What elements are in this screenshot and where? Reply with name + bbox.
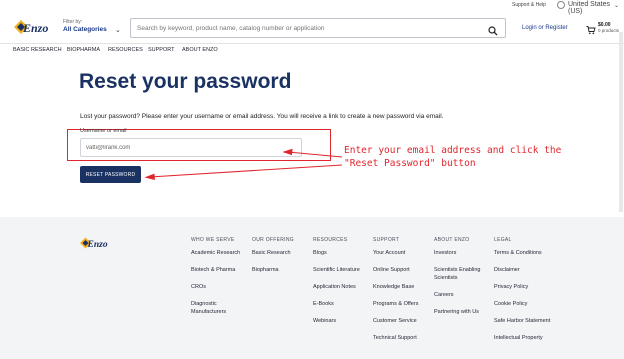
footer-link[interactable]: Customer Service <box>373 318 418 326</box>
category-filter[interactable]: Filter by: All Categories ⌄ <box>63 19 125 39</box>
footer-link[interactable]: Biopharma <box>252 267 294 275</box>
username-email-field <box>80 138 302 157</box>
footer-link[interactable]: Online Support <box>373 267 418 275</box>
footer-link[interactable]: Intellectual Property <box>494 335 550 343</box>
username-email-label: Username or email <box>80 128 127 134</box>
chevron-down-icon: ⌄ <box>115 27 121 34</box>
cart-count: 0 products <box>598 28 620 33</box>
footer-col-resources: RESOURCES Blogs Scientific Literature Ap… <box>313 237 360 335</box>
footer-col-our-offering: OUR OFFERING Basic Research Biopharma <box>252 237 294 284</box>
search-input[interactable] <box>137 22 477 34</box>
footer-link[interactable]: Partnering with Us <box>434 309 486 317</box>
footer-enzo-logo[interactable]: Enzo <box>79 236 115 250</box>
footer-link[interactable]: Disclaimer <box>494 267 550 275</box>
footer-col-about-enzo: ABOUT ENZO Investors Scientists Enabling… <box>434 237 486 326</box>
footer-col-legal: LEGAL Terms & Conditions Disclaimer Priv… <box>494 237 550 352</box>
site-header: Enzo Filter by: All Categories ⌄ Login o… <box>0 12 624 44</box>
footer-link[interactable]: Technical Support <box>373 335 418 343</box>
cart-icon <box>586 22 596 35</box>
footer-link[interactable]: Programs & Offers <box>373 301 418 309</box>
footer-heading: ABOUT ENZO <box>434 237 470 243</box>
nav-support[interactable]: SUPPORT <box>148 47 175 53</box>
annotation-text: Enter your email address and click the "… <box>344 145 562 169</box>
chevron-down-icon[interactable]: ⌄ <box>614 2 619 9</box>
footer-link[interactable]: Scientific Literature <box>313 267 360 275</box>
nav-about-enzo[interactable]: ABOUT ENZO <box>182 47 218 53</box>
cart[interactable]: $0.00 0 products <box>586 22 622 36</box>
nav-resources[interactable]: RESOURCES <box>108 47 143 53</box>
footer-link[interactable]: Safe Harbor Statement <box>494 318 550 326</box>
filter-label: Filter by: <box>63 19 83 25</box>
login-register-link[interactable]: Login or Register <box>522 25 568 31</box>
top-utility-bar: Support & Help United States (US) ⌄ <box>0 0 624 15</box>
footer-col-support: SUPPORT Your Account Online Support Know… <box>373 237 418 352</box>
footer-link[interactable]: Scientists Enabling Scientists <box>434 267 486 282</box>
site-footer: Enzo WHO WE SERVE Academic Research Biot… <box>0 217 624 359</box>
footer-link[interactable]: Your Account <box>373 250 418 258</box>
main-nav: BASIC RESEARCH BIOPHARMA RESOURCES SUPPO… <box>0 44 624 58</box>
support-help-link[interactable]: Support & Help <box>512 2 546 8</box>
email-input[interactable] <box>86 142 296 154</box>
footer-link[interactable]: Basic Research <box>252 250 294 258</box>
footer-link[interactable]: Careers <box>434 292 486 300</box>
svg-text:Enzo: Enzo <box>22 21 48 35</box>
footer-link[interactable]: Blogs <box>313 250 360 258</box>
footer-col-who-we-serve: WHO WE SERVE Academic Research Biotech &… <box>191 237 241 316</box>
footer-heading: WHO WE SERVE <box>191 237 235 243</box>
footer-link[interactable]: Academic Research <box>191 250 241 258</box>
page-description: Lost your password? Please enter your us… <box>80 113 444 120</box>
footer-heading: RESOURCES <box>313 237 348 243</box>
footer-link[interactable]: CROs <box>191 284 241 292</box>
search-box <box>130 18 506 38</box>
globe-icon <box>557 1 565 9</box>
enzo-logo[interactable]: Enzo <box>12 18 56 36</box>
footer-link[interactable]: Biotech & Pharma <box>191 267 241 275</box>
page-title: Reset your password <box>79 70 292 93</box>
footer-heading: OUR OFFERING <box>252 237 294 243</box>
nav-biopharma[interactable]: BIOPHARMA <box>67 47 100 53</box>
scrollbar[interactable] <box>619 32 623 212</box>
footer-link[interactable]: Terms & Conditions <box>494 250 550 258</box>
svg-text:Enzo: Enzo <box>87 240 108 250</box>
footer-link[interactable]: Application Notes <box>313 284 360 292</box>
footer-heading: SUPPORT <box>373 237 400 243</box>
footer-heading: LEGAL <box>494 237 512 243</box>
footer-link[interactable]: E-Books <box>313 301 360 309</box>
reset-password-button[interactable]: RESET PASSWORD <box>80 166 141 183</box>
footer-link[interactable]: Investors <box>434 250 486 258</box>
search-icon[interactable] <box>488 23 498 36</box>
footer-link[interactable]: Diagnostic Manufacturers <box>191 301 241 316</box>
nav-basic-research[interactable]: BASIC RESEARCH <box>13 47 62 53</box>
footer-link[interactable]: Knowledge Base <box>373 284 418 292</box>
footer-link[interactable]: Webinars <box>313 318 360 326</box>
footer-link[interactable]: Privacy Policy <box>494 284 550 292</box>
footer-link[interactable]: Cookie Policy <box>494 301 550 309</box>
